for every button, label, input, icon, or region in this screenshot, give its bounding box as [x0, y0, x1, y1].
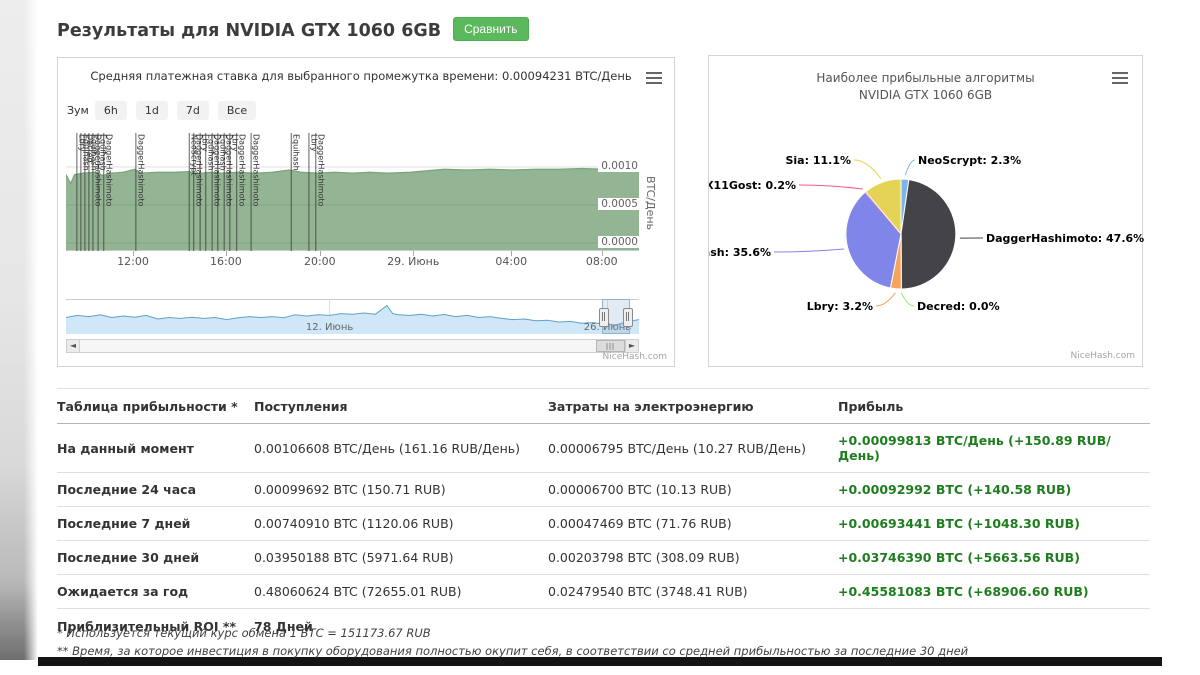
- y-tick-label: 0.0000: [598, 236, 639, 248]
- value-cell: 0.00047469 BTC (71.76 RUB): [548, 507, 838, 540]
- y-tick-label: 0.0010: [598, 160, 639, 172]
- profit-cell: +0.00693441 BTC (+1048.30 RUB): [838, 507, 1150, 540]
- scrollbar-left-arrow-icon[interactable]: ◄: [66, 339, 80, 353]
- compare-button[interactable]: Сравнить: [453, 17, 528, 41]
- zoom-button-6h[interactable]: 6h: [95, 101, 127, 120]
- scrollbar-thumb[interactable]: [596, 340, 625, 352]
- profit-cell: +0.03746390 BTC (+5663.56 RUB): [838, 541, 1150, 574]
- table-row: Последние 24 часа0.00099692 BTC (150.71 …: [57, 473, 1150, 507]
- payment-rate-chart-panel: Средняя платежная ставка для выбранного …: [57, 57, 675, 367]
- pie-chart-svg: NeoScrypt: 2.3% DaggerHashimoto: 47.6% Dec…: [709, 56, 1144, 368]
- navigator-left-handle[interactable]: [599, 308, 609, 327]
- value-cell: 0.02479540 BTC (3748.41 RUB): [548, 575, 838, 608]
- scrollbar-right-arrow-icon[interactable]: ►: [625, 339, 639, 353]
- value-cell: 0.00106608 BTC/День (161.16 RUB/День): [254, 432, 548, 465]
- svg-text:12. Июнь: 12. Июнь: [306, 322, 354, 333]
- pie-label-decred: Decred: 0.0%: [917, 300, 1000, 313]
- x-tick-label: 16:00: [210, 255, 242, 268]
- svg-text:DaggerHashimoto: DaggerHashimoto: [136, 134, 145, 207]
- row-label-cell: Последние 7 дней: [57, 507, 254, 540]
- table-header-cell: Таблица прибыльности *: [57, 389, 254, 423]
- footnote-roi-explanation: ** Время, за которое инвестиция в покупк…: [57, 644, 968, 658]
- chart-scrollbar[interactable]: ◄ ►: [66, 339, 639, 353]
- chart-navigator[interactable]: 12. Июнь26. Июнь: [66, 299, 639, 338]
- pie-label-neoscrypt: NeoScrypt: 2.3%: [918, 154, 1021, 167]
- row-label-cell: Последние 30 дней: [57, 541, 254, 574]
- svg-text:DaggerHashimoto: DaggerHashimoto: [104, 134, 113, 207]
- x-tick-label: 20:00: [304, 255, 336, 268]
- pie-label-x11gost: X11Gost: 0.2%: [709, 179, 796, 192]
- table-header-row: Таблица прибыльности *ПоступленияЗатраты…: [57, 389, 1150, 424]
- table-body: На данный момент0.00106608 BTC/День (161…: [57, 424, 1150, 609]
- value-cell: 0.00099692 BTC (150.71 RUB): [254, 473, 548, 506]
- value-cell: 0.00740910 BTC (1120.06 RUB): [254, 507, 548, 540]
- y-tick-label: 0.0005: [598, 198, 639, 210]
- zoom-button-7d[interactable]: 7d: [177, 101, 209, 120]
- value-cell: 0.00203798 BTC (308.09 RUB): [548, 541, 838, 574]
- x-tick-label: 12:00: [117, 255, 149, 268]
- svg-text:Equihash: Equihash: [292, 134, 301, 171]
- table-header-cell: Поступления: [254, 389, 548, 423]
- nicehash-watermark: NiceHash.com: [603, 352, 667, 362]
- row-label-cell: Ожидается за год: [57, 575, 254, 608]
- value-cell: 0.48060624 BTC (72655.01 RUB): [254, 575, 548, 608]
- table-header-cell: Затраты на электроэнергию: [548, 389, 838, 423]
- page-left-gradient: [0, 0, 38, 660]
- table-row: На данный момент0.00106608 BTC/День (161…: [57, 424, 1150, 473]
- x-tick-label: 04:00: [495, 255, 527, 268]
- zoom-button-все[interactable]: Все: [218, 101, 256, 120]
- row-label-cell: Последние 24 часа: [57, 473, 254, 506]
- value-cell: 0.00006795 BTC/День (10.27 RUB/День): [548, 432, 838, 465]
- svg-text:DaggerHashimoto: DaggerHashimoto: [252, 134, 261, 207]
- bottom-edge-bar: [38, 657, 1162, 666]
- profitability-table: Таблица прибыльности *ПоступленияЗатраты…: [57, 388, 1150, 643]
- x-axis-labels: 12:00 16:00 20:00 29. Июнь 04:00 08:00: [66, 255, 639, 269]
- x-tick-label: 29. Июнь: [387, 255, 439, 268]
- table-row: Последние 30 дней0.03950188 BTC (5971.64…: [57, 541, 1150, 575]
- zoom-label: Зум: [67, 104, 89, 117]
- chart-title: Средняя платежная ставка для выбранного …: [88, 69, 634, 83]
- value-cell: 0.00006700 BTC (10.13 RUB): [548, 473, 838, 506]
- navigator-right-handle[interactable]: [623, 308, 633, 327]
- row-label-cell: На данный момент: [57, 432, 254, 465]
- page-title: Результаты для NVIDIA GTX 1060 6GB Сравни…: [57, 17, 529, 41]
- x-tick-label: 08:00: [586, 255, 618, 268]
- chart-menu-icon[interactable]: [646, 72, 662, 84]
- y-axis-title: BTC/День: [643, 143, 657, 263]
- table-row: Ожидается за год0.48060624 BTC (72655.01…: [57, 575, 1150, 609]
- pie-label-daggerhashimoto: DaggerHashimoto: 47.6%: [986, 232, 1144, 245]
- value-cell: 0.03950188 BTC (5971.64 RUB): [254, 541, 548, 574]
- table-row: Последние 7 дней0.00740910 BTC (1120.06 …: [57, 507, 1150, 541]
- pie-label-lbry: Lbry: 3.2%: [807, 300, 873, 313]
- chart-zoom-controls: Зум 6h 1d 7d Все: [67, 101, 265, 120]
- svg-text:DaggerHashimoto: DaggerHashimoto: [237, 134, 246, 207]
- profit-cell: +0.00092992 BTC (+140.58 RUB): [838, 473, 1150, 506]
- pie-label-equihash: Equihash: 35.6%: [709, 246, 771, 259]
- profit-cell: +0.00099813 BTC/День (+150.89 RUB/День): [838, 424, 1150, 472]
- pie-label-sia: Sia: 11.1%: [785, 154, 851, 167]
- footnote-exchange-rate: * Используется текущий курс обмена 1 BTC…: [57, 626, 431, 640]
- chart-plot-area[interactable]: LbryEquihashDecredEquihashDaggerHashimot…: [66, 131, 639, 251]
- algorithms-pie-panel: Наиболее прибыльные алгоритмы NVIDIA GTX…: [708, 55, 1143, 367]
- svg-text:DaggerHashimoto: DaggerHashimoto: [316, 134, 325, 207]
- navigator-svg: 12. Июнь26. Июнь: [66, 300, 639, 338]
- area-chart-svg: LbryEquihashDecredEquihashDaggerHashimot…: [66, 131, 639, 251]
- zoom-button-1d[interactable]: 1d: [136, 101, 168, 120]
- page-title-text: Результаты для NVIDIA GTX 1060 6GB: [57, 21, 441, 41]
- navigator-selection-window[interactable]: [602, 299, 631, 334]
- profit-cell: +0.45581083 BTC (+68906.60 RUB): [838, 575, 1150, 608]
- table-header-cell: Прибыль: [838, 389, 1150, 423]
- nicehash-watermark: NiceHash.com: [1071, 351, 1135, 361]
